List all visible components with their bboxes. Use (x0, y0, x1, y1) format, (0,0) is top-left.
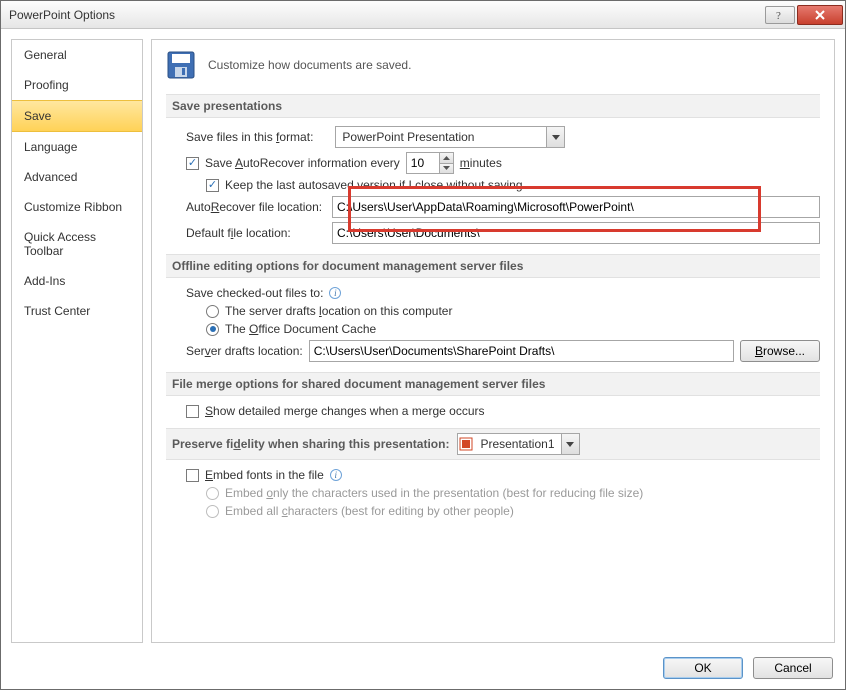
presentation-dropdown[interactable]: Presentation1 (457, 433, 579, 455)
sidebar-item-label: Trust Center (24, 304, 90, 318)
titlebar: PowerPoint Options ? (1, 1, 845, 29)
row-radio-server-drafts: The server drafts location on this compu… (206, 304, 820, 318)
dialog-title: PowerPoint Options (9, 8, 763, 22)
row-embed-only: Embed only the characters used in the pr… (206, 486, 820, 500)
minutes-label: minutes (460, 156, 502, 170)
autorecover-value[interactable] (407, 153, 439, 173)
autorecover-location-field[interactable] (332, 196, 820, 218)
row-server-drafts-location: Server drafts location: Browse... (186, 340, 820, 362)
sidebar-item-addins[interactable]: Add-Ins (12, 266, 142, 296)
file-format-value: PowerPoint Presentation (336, 130, 480, 144)
cancel-button[interactable]: Cancel (753, 657, 833, 679)
save-floppy-icon (166, 50, 196, 80)
server-drafts-label: Server drafts location: (186, 344, 303, 358)
embed-fonts-label: Embed fonts in the file (205, 468, 324, 482)
chevron-down-icon (561, 434, 579, 454)
page-subtitle: Customize how documents are saved. (208, 58, 411, 72)
default-location-label: Default file location: (186, 226, 326, 240)
sidebar-item-label: Save (24, 109, 51, 123)
section-preserve: Preserve fidelity when sharing this pres… (166, 428, 820, 460)
radio-embed-all-label: Embed all characters (best for editing b… (225, 504, 514, 518)
radio-embed-only-label: Embed only the characters used in the pr… (225, 486, 643, 500)
svg-text:?: ? (776, 10, 781, 21)
sidebar-item-advanced[interactable]: Advanced (12, 162, 142, 192)
keep-last-checkbox[interactable] (206, 179, 219, 192)
radio-server-drafts-label: The server drafts location on this compu… (225, 304, 452, 318)
sidebar-item-label: Customize Ribbon (24, 200, 122, 214)
options-content: Customize how documents are saved. Save … (151, 39, 835, 643)
presentation-icon (458, 436, 474, 452)
sidebar-item-label: Quick Access Toolbar (24, 230, 96, 258)
radio-embed-all (206, 505, 219, 518)
show-merge-label: Show detailed merge changes when a merge… (205, 404, 485, 418)
sidebar-item-customize-ribbon[interactable]: Customize Ribbon (12, 192, 142, 222)
sidebar-item-proofing[interactable]: Proofing (12, 70, 142, 100)
radio-embed-only (206, 487, 219, 500)
row-embed-all: Embed all characters (best for editing b… (206, 504, 820, 518)
sidebar-item-label: Advanced (24, 170, 77, 184)
spin-down-icon[interactable] (440, 164, 453, 174)
sidebar-item-label: General (24, 48, 67, 62)
help-icon: ? (775, 9, 785, 21)
row-file-format: Save files in this format: PowerPoint Pr… (186, 126, 820, 148)
spin-up-icon[interactable] (440, 153, 453, 164)
ok-button[interactable]: OK (663, 657, 743, 679)
sidebar-item-label: Language (24, 140, 77, 154)
row-save-to: Save checked-out files to: (186, 286, 820, 300)
autorecover-checkbox[interactable] (186, 157, 199, 170)
browse-button[interactable]: Browse... (740, 340, 820, 362)
default-location-field[interactable] (332, 222, 820, 244)
radio-office-cache[interactable] (206, 323, 219, 336)
sidebar-item-language[interactable]: Language (12, 132, 142, 162)
file-format-label: Save files in this format: (186, 130, 313, 144)
section-offline: Offline editing options for document man… (166, 254, 820, 278)
autorecover-location-label: AutoRecover file location: (186, 200, 326, 214)
presentation-value: Presentation1 (474, 437, 560, 451)
dialog-footer: OK Cancel (1, 649, 845, 689)
info-icon[interactable] (330, 469, 342, 481)
sidebar-item-trust-center[interactable]: Trust Center (12, 296, 142, 326)
show-merge-checkbox[interactable] (186, 405, 199, 418)
help-button[interactable]: ? (765, 6, 795, 24)
page-header: Customize how documents are saved. (166, 50, 820, 80)
row-embed-fonts: Embed fonts in the file (186, 468, 820, 482)
file-format-dropdown[interactable]: PowerPoint Presentation (335, 126, 565, 148)
chevron-down-icon (546, 127, 564, 147)
row-show-merge: Show detailed merge changes when a merge… (186, 404, 820, 418)
row-radio-office-cache: The Office Document Cache (206, 322, 820, 336)
options-sidebar: General Proofing Save Language Advanced … (11, 39, 143, 643)
radio-server-drafts[interactable] (206, 305, 219, 318)
sidebar-item-label: Add-Ins (24, 274, 65, 288)
preserve-title: Preserve fidelity when sharing this pres… (172, 437, 449, 451)
autorecover-label: Save AutoRecover information every (205, 156, 400, 170)
section-merge: File merge options for shared document m… (166, 372, 820, 396)
row-autorecover-location: AutoRecover file location: (186, 196, 820, 218)
radio-office-cache-label: The Office Document Cache (225, 322, 376, 336)
sidebar-item-save[interactable]: Save (12, 100, 142, 132)
save-to-label: Save checked-out files to: (186, 286, 323, 300)
row-keep-last: Keep the last autosaved version if I clo… (206, 178, 820, 192)
info-icon[interactable] (329, 287, 341, 299)
options-dialog: PowerPoint Options ? General Proofing Sa… (0, 0, 846, 690)
row-default-location: Default file location: (186, 222, 820, 244)
autorecover-spinner[interactable] (406, 152, 454, 174)
sidebar-item-general[interactable]: General (12, 40, 142, 70)
embed-fonts-checkbox[interactable] (186, 469, 199, 482)
sidebar-item-label: Proofing (24, 78, 69, 92)
close-icon (814, 10, 826, 20)
keep-last-label: Keep the last autosaved version if I clo… (225, 178, 523, 192)
section-save-presentations: Save presentations (166, 94, 820, 118)
server-drafts-field[interactable] (309, 340, 734, 362)
sidebar-item-qat[interactable]: Quick Access Toolbar (12, 222, 142, 266)
close-button[interactable] (797, 5, 843, 25)
row-autorecover-interval: Save AutoRecover information every minut… (186, 152, 820, 174)
